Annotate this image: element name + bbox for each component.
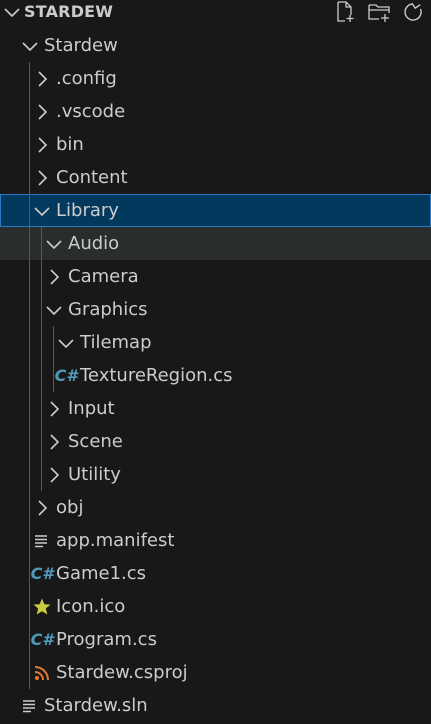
tree-item-label: TextureRegion.cs — [80, 365, 233, 386]
tree-item-label: Scene — [68, 431, 123, 452]
tree-folder-row[interactable]: Graphics — [0, 293, 431, 326]
tree-file-row[interactable]: Icon.ico — [0, 590, 431, 623]
text-file-icon — [18, 694, 42, 718]
rss-icon — [30, 661, 54, 685]
csharp-file-icon: C# — [54, 366, 78, 385]
new-folder-icon[interactable] — [367, 0, 391, 24]
tree-file-row[interactable]: app.manifest — [0, 524, 431, 557]
chevron-down-icon — [18, 34, 42, 58]
tree-file-row[interactable]: Stardew.csproj — [0, 656, 431, 689]
tree-item-label: Stardew.csproj — [56, 662, 188, 683]
tree-folder-row[interactable]: Library — [0, 194, 431, 227]
tree-folder-row[interactable]: .config — [0, 62, 431, 95]
tree-folder-row[interactable]: Audio — [0, 227, 431, 260]
tree-folder-row[interactable]: bin — [0, 128, 431, 161]
tree-file-row[interactable]: C# TextureRegion.cs — [0, 359, 431, 392]
tree-item-label: Utility — [68, 464, 121, 485]
tree-item-label: Library — [56, 200, 119, 221]
tree-folder-row[interactable]: Camera — [0, 260, 431, 293]
file-tree: Stardew .config .vscode bin Content Library Au… — [0, 29, 431, 722]
tree-item-label: Camera — [68, 266, 139, 287]
tree-item-label: Tilemap — [80, 332, 152, 353]
tree-folder-row[interactable]: obj — [0, 491, 431, 524]
chevron-down-icon — [42, 298, 66, 322]
tree-folder-row[interactable]: Scene — [0, 425, 431, 458]
tree-item-label: Content — [56, 167, 128, 188]
tree-item-label: Icon.ico — [56, 596, 126, 617]
text-file-icon — [30, 529, 54, 553]
tree-folder-row[interactable]: Tilemap — [0, 326, 431, 359]
refresh-icon[interactable] — [401, 0, 425, 24]
explorer-actions — [333, 0, 425, 24]
tree-item-label: .vscode — [56, 101, 126, 122]
chevron-down-icon — [30, 199, 54, 223]
chevron-right-icon — [42, 397, 66, 421]
tree-item-label: bin — [56, 134, 84, 155]
tree-item-label: Graphics — [68, 299, 148, 320]
section-title: STARDEW — [24, 2, 114, 21]
tree-item-label: Audio — [68, 233, 120, 254]
indent-guide — [53, 326, 54, 392]
chevron-right-icon — [30, 496, 54, 520]
csharp-file-icon: C# — [30, 564, 54, 583]
chevron-down-icon[interactable] — [2, 2, 22, 22]
tree-folder-row[interactable]: Input — [0, 392, 431, 425]
tree-file-row[interactable]: Stardew.sln — [0, 689, 431, 722]
tree-item-label: .config — [56, 68, 117, 89]
chevron-right-icon — [42, 463, 66, 487]
indent-guide — [41, 227, 42, 491]
tree-item-label: Stardew — [44, 35, 118, 56]
indent-guide — [29, 62, 30, 689]
tree-item-label: app.manifest — [56, 530, 175, 551]
chevron-right-icon — [42, 430, 66, 454]
tree-item-label: Stardew.sln — [44, 695, 148, 716]
tree-item-label: Game1.cs — [56, 563, 147, 584]
csharp-file-icon: C# — [30, 630, 54, 649]
tree-folder-row[interactable]: Stardew — [0, 29, 431, 62]
tree-item-label: Program.cs — [56, 629, 157, 650]
tree-file-row[interactable]: C# Game1.cs — [0, 557, 431, 590]
chevron-down-icon — [54, 331, 78, 355]
chevron-right-icon — [30, 133, 54, 157]
tree-folder-row[interactable]: Content — [0, 161, 431, 194]
tree-file-row[interactable]: C# Program.cs — [0, 623, 431, 656]
tree-item-label: obj — [56, 497, 84, 518]
star-icon — [30, 595, 54, 619]
chevron-right-icon — [30, 67, 54, 91]
tree-folder-row[interactable]: .vscode — [0, 95, 431, 128]
chevron-right-icon — [30, 166, 54, 190]
explorer-section-header[interactable]: STARDEW — [0, 0, 431, 24]
chevron-right-icon — [42, 265, 66, 289]
tree-folder-row[interactable]: Utility — [0, 458, 431, 491]
chevron-down-icon — [42, 232, 66, 256]
new-file-icon[interactable] — [333, 0, 357, 24]
tree-item-label: Input — [68, 398, 115, 419]
chevron-right-icon — [30, 100, 54, 124]
